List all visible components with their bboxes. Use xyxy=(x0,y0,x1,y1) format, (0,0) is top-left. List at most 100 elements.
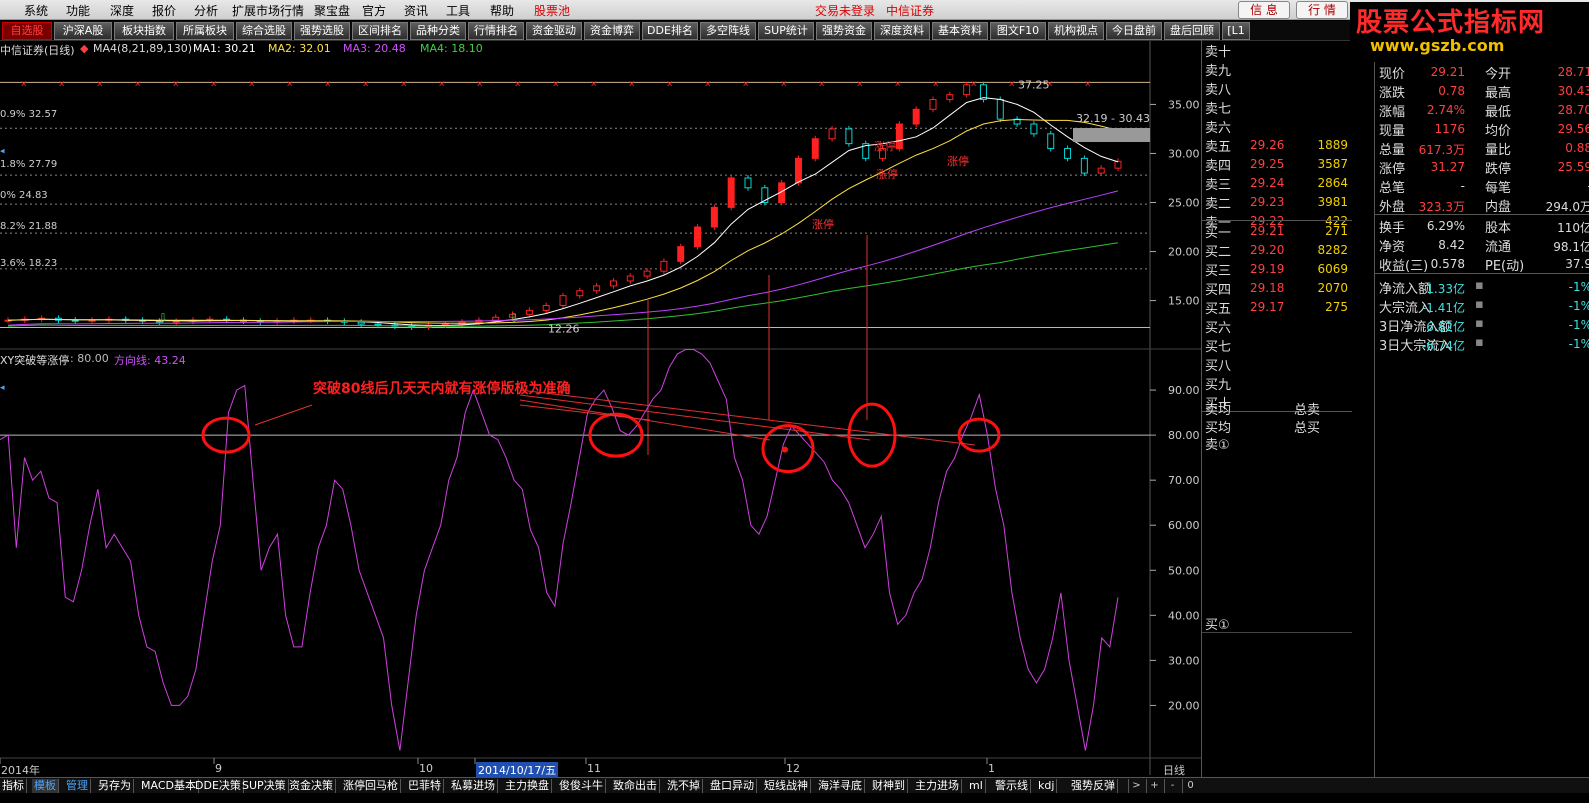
quote-value: - xyxy=(1460,179,1465,193)
quote-separator: ▪ xyxy=(1475,316,1484,331)
quote-value: 8.42 xyxy=(1438,238,1465,252)
signal-marker: × xyxy=(134,79,142,89)
bottom-tab-22[interactable]: kdj xyxy=(1036,779,1058,793)
bottom-tab-19[interactable]: 主力进场 xyxy=(913,779,962,793)
buy-row[interactable]: 买三 29.19 6069 xyxy=(1202,259,1352,279)
bottom-tab-11[interactable]: 主力换盘 xyxy=(503,779,552,793)
main-chart[interactable]: 15.00 20.00 25.00 30.00 35.00 × × × × × × × × × × × × × × ×… xyxy=(0,0,1201,777)
sell-one-label: 卖① xyxy=(1205,438,1230,453)
quote-value: 6.29% xyxy=(1426,219,1465,233)
candle-body xyxy=(727,177,735,208)
info-button[interactable]: 信 息 xyxy=(1238,1,1290,19)
sell-row[interactable]: 卖二 29.23 3981 xyxy=(1202,192,1352,212)
ma-toggle-icon[interactable]: ◆ xyxy=(80,42,88,55)
bottom-tab-14[interactable]: 洗不掉 xyxy=(665,779,703,793)
bottom-tab-4[interactable]: MACD基本 xyxy=(139,779,199,793)
candle-body xyxy=(1114,160,1122,169)
buy-row[interactable]: 买二 29.20 8282 xyxy=(1202,240,1352,260)
y-tick-label: 60.00 xyxy=(1168,519,1200,532)
x-axis-label: 2014年 xyxy=(1,764,40,777)
quote-button[interactable]: 行 情 xyxy=(1296,1,1348,19)
quote-label-2: 跌停 xyxy=(1485,162,1512,177)
bottom-tab-15[interactable]: 盘口异动 xyxy=(708,779,757,793)
signal-marker: × xyxy=(856,79,864,89)
bottom-tab-8[interactable]: 涨停回马枪 xyxy=(341,779,401,793)
bottom-tab-18[interactable]: 财神到 xyxy=(870,779,908,793)
buy-row[interactable]: 买六 xyxy=(1202,316,1352,336)
tab-21[interactable]: [L1 xyxy=(1222,22,1250,40)
signal-marker: × xyxy=(666,79,674,89)
bottom-tab-1[interactable]: 模板 xyxy=(32,779,59,793)
quote-value-2: 110亿 xyxy=(1557,221,1589,235)
buy-row[interactable]: 买四 29.18 2070 xyxy=(1202,278,1352,298)
buy-row[interactable]: 买一 29.21 271 xyxy=(1202,221,1352,241)
quote-pct: -1% xyxy=(1568,337,1589,351)
buy-row-label: 买三 xyxy=(1205,264,1232,279)
sell-row[interactable]: 卖四 29.25 3587 xyxy=(1202,154,1352,174)
quote-label: 涨停 xyxy=(1379,162,1406,177)
sell-row-label: 卖四 xyxy=(1205,159,1232,174)
bottom-tab-9[interactable]: 巴菲特 xyxy=(406,779,444,793)
buy-row[interactable]: 买七 xyxy=(1202,335,1352,355)
sell-row[interactable]: 卖九 xyxy=(1202,59,1352,79)
direction-line-value: 方向线: 43.24 xyxy=(114,354,186,367)
sell-row[interactable]: 卖五 29.26 1889 xyxy=(1202,135,1352,155)
bottom-tab-2[interactable]: 管理 xyxy=(64,779,91,793)
quote-separator: ▪ xyxy=(1475,297,1484,312)
bottom-tab-3[interactable]: 另存为 xyxy=(96,779,134,793)
candle-body xyxy=(1097,167,1105,174)
buy-row-volume: 6069 xyxy=(1317,262,1348,276)
scroll-button-2[interactable]: - xyxy=(1164,779,1180,793)
signal-marker: × xyxy=(818,79,826,89)
ma1-value: MA1: 30.21 xyxy=(193,42,256,55)
candle-body xyxy=(946,94,954,101)
sell-row[interactable]: 卖八 xyxy=(1202,78,1352,98)
quote-label: 现价 xyxy=(1379,67,1406,82)
buy-row[interactable]: 买八 xyxy=(1202,354,1352,374)
bottom-tab-16[interactable]: 短线战神 xyxy=(762,779,811,793)
x-axis-label: 2014/10/17/五 xyxy=(476,762,559,778)
order-book: 卖十 卖九 卖八 卖七卖六 卖五 29.26 1889 卖四 29.25 3587 卖三 29.24 2… xyxy=(1201,40,1352,790)
buy-one-row[interactable]: 买① xyxy=(1202,613,1352,633)
candle-body xyxy=(357,321,365,325)
bottom-tab-17[interactable]: 海洋寻底 xyxy=(816,779,865,793)
quote-row: 外盘 323.3万 内盘 294.0万 xyxy=(1375,195,1589,215)
scroll-button-0[interactable]: > xyxy=(1128,779,1144,793)
bottom-tab-21[interactable]: 警示线 xyxy=(993,779,1031,793)
sell-avg-row: 卖均 总卖 xyxy=(1202,398,1352,418)
scroll-button-3[interactable]: 0 xyxy=(1182,779,1198,793)
candle-body xyxy=(912,108,920,125)
period-label[interactable]: 日线 xyxy=(1163,762,1185,778)
bottom-tab-5[interactable]: DDE决策 xyxy=(193,779,244,793)
quote-divider xyxy=(1375,214,1589,215)
bottom-tab-23[interactable]: 强势反弹 xyxy=(1069,779,1118,793)
sell-row[interactable]: 卖十 xyxy=(1202,40,1352,60)
scroll-button-1[interactable]: + xyxy=(1146,779,1162,793)
sell-row[interactable]: 卖七 xyxy=(1202,97,1352,117)
buy-row[interactable]: 买九 xyxy=(1202,373,1352,393)
stock-name: 中信证券(日线) xyxy=(0,44,75,57)
sell-row-label: 卖六 xyxy=(1205,121,1232,136)
quote-label: 现量 xyxy=(1379,124,1406,139)
bottom-tab-20[interactable]: ml xyxy=(967,779,986,793)
buy-row-label: 买五 xyxy=(1205,302,1232,317)
sell-one-row[interactable]: 卖① xyxy=(1202,433,1352,453)
bottom-tab-6[interactable]: SUP决策 xyxy=(240,779,289,793)
bottom-tab-13[interactable]: 致命出击 xyxy=(611,779,660,793)
limit-up-tag: 涨停 xyxy=(812,217,834,231)
bottom-tab-7[interactable]: 资金决策 xyxy=(287,779,336,793)
bottom-tab-12[interactable]: 俊俊斗牛 xyxy=(557,779,606,793)
bottom-tab-10[interactable]: 私募进场 xyxy=(449,779,498,793)
buy-row[interactable]: 买五 29.17 275 xyxy=(1202,297,1352,317)
sell-row[interactable]: 卖六 xyxy=(1202,116,1352,136)
candle-body xyxy=(996,99,1004,120)
quote-row: 现价 29.21 今开 28.71 xyxy=(1375,62,1589,82)
sell-row-label: 卖三 xyxy=(1205,178,1232,193)
sell-row-volume: 1889 xyxy=(1317,138,1348,152)
buy-row-label: 买六 xyxy=(1205,321,1232,336)
candle-body xyxy=(492,316,500,321)
candle-body xyxy=(677,246,685,262)
sell-row[interactable]: 卖三 29.24 2864 xyxy=(1202,173,1352,193)
buy-one-label: 买① xyxy=(1205,618,1230,633)
bottom-tab-0[interactable]: 指标 xyxy=(0,779,27,793)
